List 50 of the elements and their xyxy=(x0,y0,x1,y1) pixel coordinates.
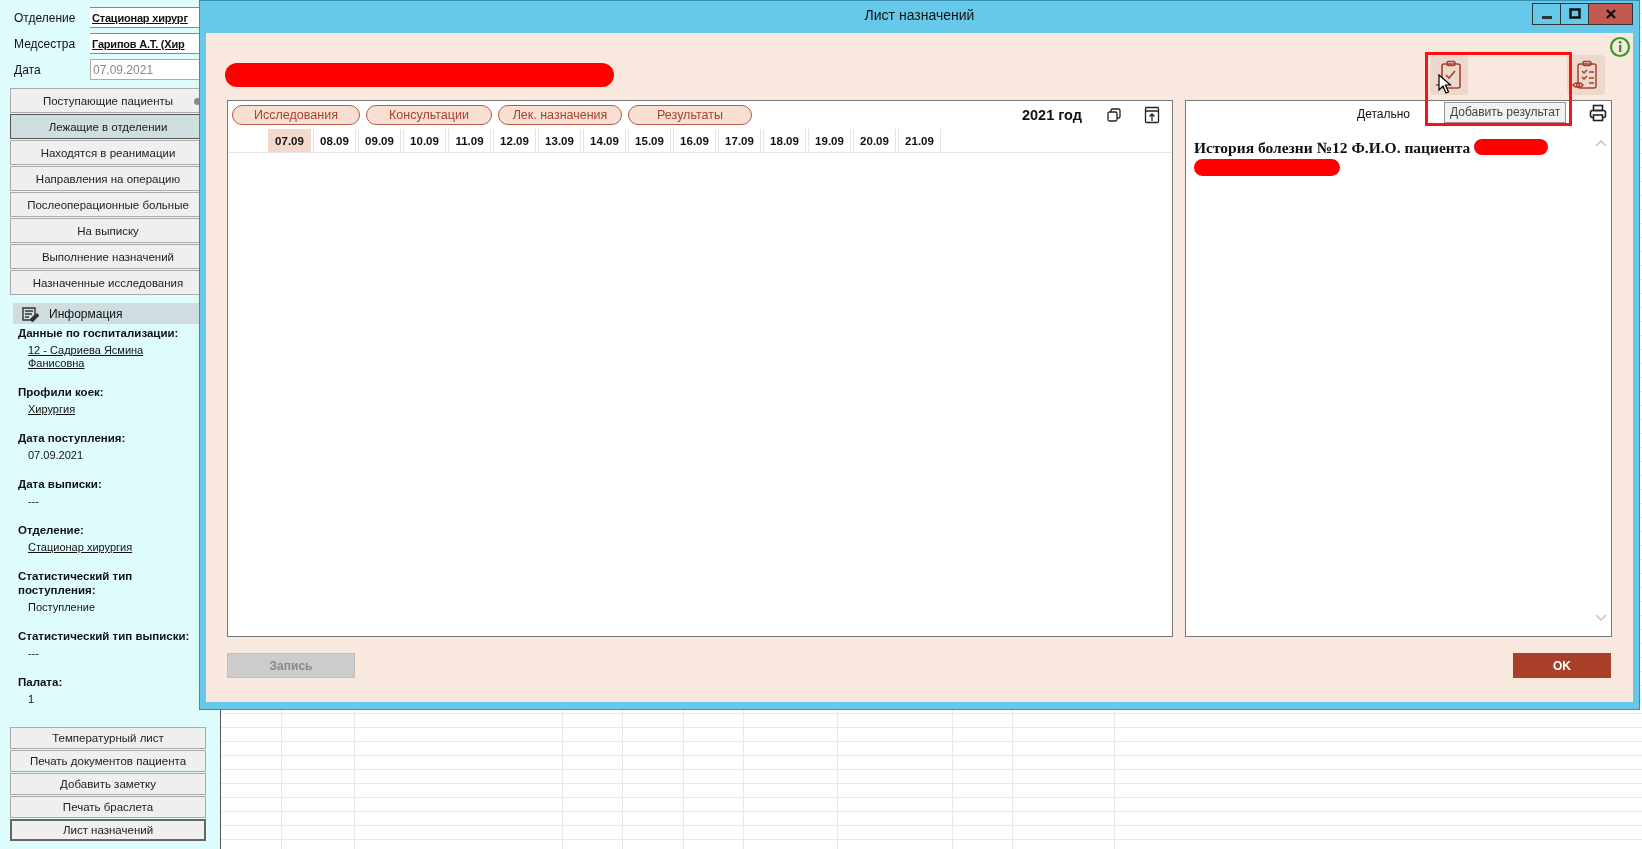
info-label: Дата поступления: xyxy=(18,431,127,445)
info-label: Отделение: xyxy=(18,523,85,537)
info-label: Профили коек: xyxy=(18,385,105,399)
window-title: Лист назначений xyxy=(864,6,975,25)
field-label: Медсестра xyxy=(14,36,77,51)
info-label: Статистический тип выписки: xyxy=(18,629,191,643)
filter-tab[interactable]: Результаты xyxy=(628,105,752,125)
date-header[interactable]: 14.09 xyxy=(583,129,626,152)
filter-tab[interactable]: Исследования xyxy=(232,105,360,125)
date-header[interactable]: 12.09 xyxy=(493,129,536,152)
info-link[interactable]: 12 - Садриева Ясмина Фанисовна xyxy=(18,344,178,370)
date-header[interactable]: 08.09 xyxy=(313,129,356,152)
date-header[interactable]: 17.09 xyxy=(718,129,761,152)
info-value: 07.09.2021 xyxy=(27,449,85,462)
action-button[interactable]: Добавить заметку xyxy=(10,773,206,795)
date-header[interactable]: 10.09 xyxy=(403,129,446,152)
filter-tab[interactable]: Лек. назначения xyxy=(498,105,622,125)
info-link[interactable]: Стационар хирургия xyxy=(18,541,178,554)
date-header[interactable]: 16.09 xyxy=(673,129,716,152)
info-label: Данные по госпитализации: xyxy=(18,326,180,340)
year-label: 2021 год xyxy=(1022,107,1082,123)
date-header[interactable]: 21.09 xyxy=(898,129,941,152)
panel-title: Детально xyxy=(1357,107,1410,121)
info-link[interactable]: Хирургия xyxy=(18,403,178,416)
action-button[interactable]: Лист назначений xyxy=(10,819,206,841)
field-label: Отделение xyxy=(14,10,77,25)
date-header[interactable]: 18.09 xyxy=(763,129,806,152)
field-label: Дата xyxy=(14,62,42,77)
tooltip: Добавить результат xyxy=(1444,102,1567,123)
date-header[interactable]: 11.09 xyxy=(448,129,491,152)
action-button[interactable]: Печать документов пациента xyxy=(10,750,206,772)
date-header[interactable]: 09.09 xyxy=(358,129,401,152)
info-label: Статистический тип поступления: xyxy=(18,569,134,597)
date-header[interactable]: 19.09 xyxy=(808,129,851,152)
section-title: Информация xyxy=(49,306,123,321)
info-label: Дата выписки: xyxy=(18,477,103,491)
info-value: --- xyxy=(27,495,40,508)
filter-tab[interactable]: Консультации xyxy=(366,105,492,125)
date-header[interactable]: 13.09 xyxy=(538,129,581,152)
history-heading: История болезни №12 Ф.И.О. пациента xyxy=(1194,139,1471,156)
action-button[interactable]: Температурный лист xyxy=(10,727,206,749)
info-value: Поступление xyxy=(27,601,96,614)
date-header[interactable]: 07.09 xyxy=(268,129,311,152)
info-value: --- xyxy=(27,647,40,660)
info-value: 1 xyxy=(27,693,36,706)
date-header[interactable]: 15.09 xyxy=(628,129,671,152)
info-label: Палата: xyxy=(18,675,64,689)
action-button[interactable]: Печать браслета xyxy=(10,796,206,818)
date-header[interactable]: 20.09 xyxy=(853,129,896,152)
ok-button[interactable]: OK xyxy=(1513,653,1611,678)
